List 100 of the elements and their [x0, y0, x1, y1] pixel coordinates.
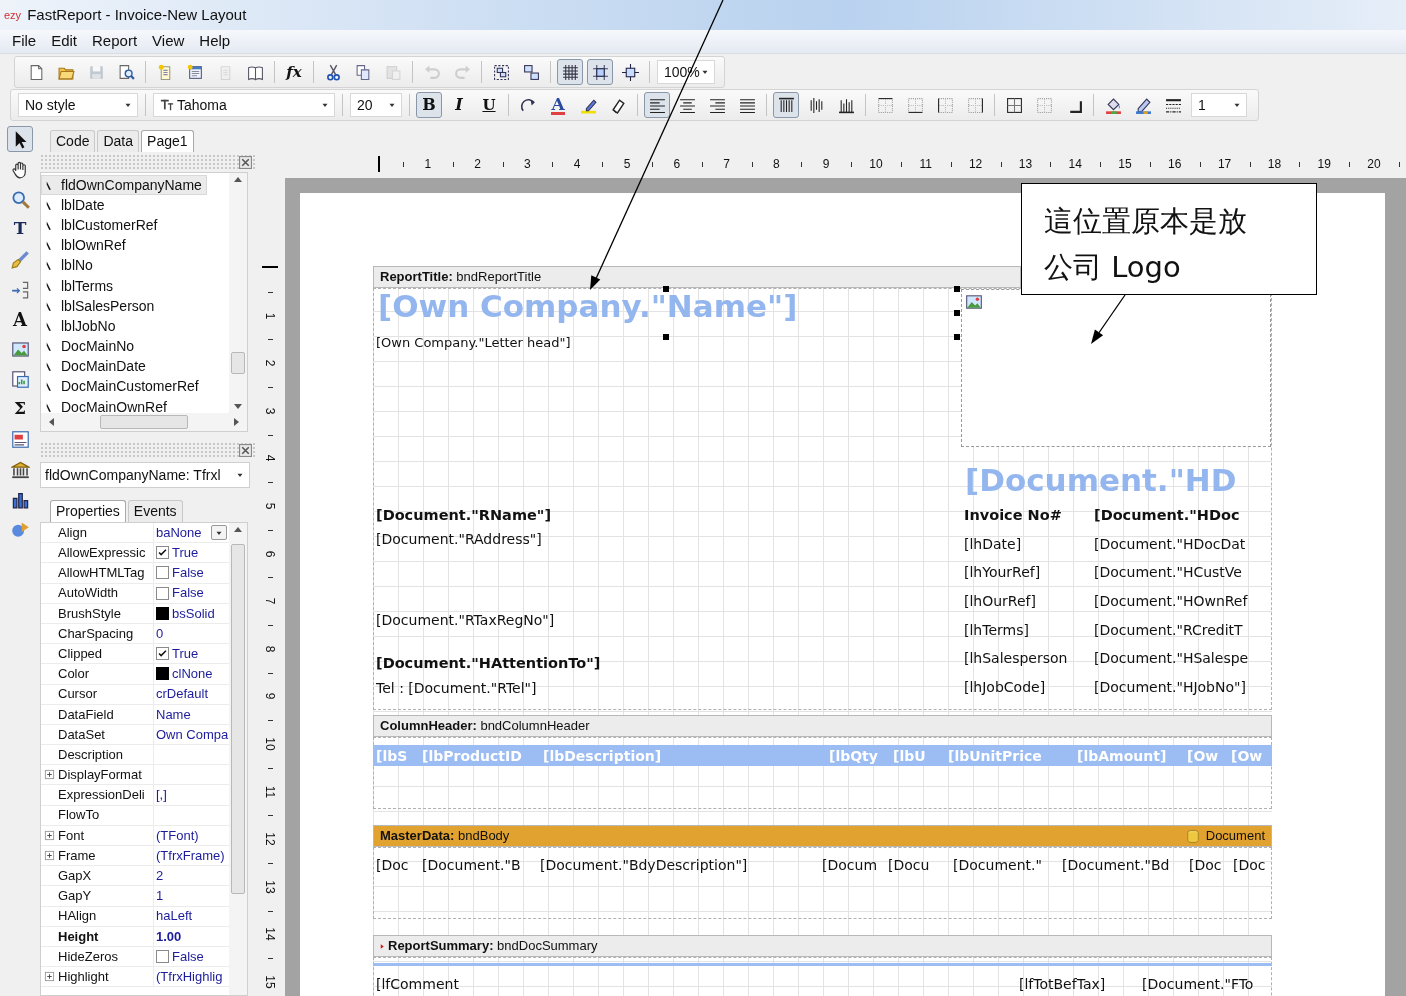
font-color-button[interactable]: A — [545, 92, 571, 118]
expand-icon[interactable] — [44, 971, 55, 983]
bold-button[interactable]: B — [416, 92, 442, 118]
report-field: [lhYourRef] — [964, 565, 1041, 579]
tree-item[interactable]: DocMainNo — [41, 336, 140, 357]
italic-button[interactable]: I — [446, 92, 472, 118]
line-width-dropdown[interactable]: 1 — [1191, 93, 1247, 117]
tree-item[interactable]: lblNo — [41, 255, 98, 276]
band-header[interactable]: MasterData: bndBody Document — [373, 825, 1272, 847]
tab[interactable]: Data — [97, 130, 140, 152]
tool-button[interactable]: A — [7, 306, 33, 332]
show-grid-button[interactable] — [557, 59, 583, 85]
justify-icon — [738, 96, 756, 114]
tab[interactable]: Code — [50, 130, 96, 152]
pencil-icon — [1134, 96, 1152, 114]
band-header[interactable]: ReportTitle: bndReportTitle — [373, 266, 1021, 288]
selection-handle[interactable] — [663, 286, 669, 292]
snap-to-grid-button[interactable] — [587, 59, 613, 85]
report-field: [lfComment — [376, 977, 459, 991]
tree-item[interactable]: lblTerms — [41, 275, 119, 297]
horizontal-scrollbar[interactable] — [41, 413, 247, 431]
align-top-button[interactable] — [773, 92, 799, 118]
property-name: AllowExpressic — [58, 543, 154, 563]
align-left-button[interactable] — [644, 92, 670, 118]
tab[interactable]: Events — [127, 500, 183, 522]
ruler-number: 5 — [623, 156, 631, 172]
property-name: FlowTo — [58, 805, 154, 825]
formula-button[interactable]: fx — [281, 59, 307, 85]
object-dropdown[interactable]: fldOwnCompanyName: Tfrxl — [40, 462, 250, 488]
vertical-scrollbar[interactable] — [229, 523, 247, 995]
ruler-number: 1 — [424, 156, 432, 172]
menu-item[interactable]: Edit — [45, 30, 84, 53]
scroll-thumb[interactable] — [100, 415, 188, 429]
font-dropdown[interactable]: Tahoma — [153, 93, 335, 117]
tree-item[interactable]: lblCustomerRef — [41, 215, 163, 236]
tree-item[interactable]: lblJobNo — [41, 316, 121, 337]
font-icon — [160, 98, 174, 112]
scroll-thumb[interactable] — [231, 544, 245, 894]
property-name: Height — [58, 926, 154, 946]
ruler-number: 12 — [263, 832, 277, 846]
tree-item[interactable]: fldOwnCompanyName — [41, 175, 207, 196]
tab[interactable]: Page1 — [141, 130, 194, 152]
ruler-number: 12 — [968, 156, 983, 172]
band-header[interactable]: ReportSummary: bndDocSummary — [373, 935, 1272, 957]
checkbox[interactable] — [156, 546, 169, 560]
scroll-up-icon[interactable] — [234, 177, 242, 182]
scroll-down-icon[interactable] — [234, 404, 242, 409]
checkbox[interactable] — [156, 566, 169, 580]
close-icon[interactable] — [239, 155, 252, 169]
style-dropdown[interactable]: No style — [18, 93, 138, 117]
ruler-number: 14 — [263, 927, 277, 942]
tree-item[interactable]: DocMainCustomerRef — [41, 376, 204, 398]
menu-item[interactable]: Help — [193, 30, 237, 53]
band-header[interactable]: ColumnHeader: bndColumnHeader — [373, 715, 1272, 737]
ruler-number: 9 — [263, 693, 277, 700]
scroll-right-icon[interactable] — [234, 418, 239, 426]
report-field: [Ow — [1231, 749, 1263, 763]
checkbox[interactable] — [156, 647, 169, 661]
report-field: [Own Company."Letter head"] — [376, 336, 571, 349]
menu-item[interactable]: Report — [86, 30, 144, 53]
selection-handle[interactable] — [954, 286, 960, 292]
scissors-icon — [324, 63, 342, 81]
checkbox[interactable] — [156, 586, 169, 600]
report-field: [Document."HDoc — [1094, 508, 1240, 523]
tree-item[interactable]: lblOwnRef — [41, 235, 131, 256]
expand-icon[interactable] — [44, 850, 55, 862]
ruler-number: 19 — [1317, 156, 1331, 172]
property-value: True — [172, 544, 199, 563]
selection-handle[interactable] — [954, 310, 960, 316]
font-size-dropdown[interactable]: 20 — [350, 93, 402, 117]
property-name: DataField — [58, 704, 154, 724]
band-title: MasterData: bndBody — [380, 827, 510, 846]
property-name: HideZeros — [58, 946, 154, 967]
tree-item[interactable]: lblSalesPerson — [41, 296, 160, 317]
scroll-thumb[interactable] — [231, 352, 245, 374]
menu-item[interactable]: File — [6, 30, 43, 53]
menu-item[interactable]: View — [146, 30, 191, 53]
selection-handle[interactable] — [663, 334, 669, 340]
scroll-left-icon[interactable] — [49, 418, 54, 426]
tab[interactable]: Properties — [50, 500, 126, 522]
property-value: False — [172, 584, 204, 603]
color-swatch — [156, 667, 169, 681]
underline-button[interactable]: U — [476, 92, 502, 118]
vertical-scrollbar[interactable] — [229, 173, 247, 413]
tree-item[interactable]: DocMainDate — [41, 356, 151, 377]
close-icon[interactable] — [239, 443, 252, 457]
tool-button[interactable]: Σ — [7, 396, 33, 422]
scroll-up-icon[interactable] — [234, 527, 242, 532]
checkbox[interactable] — [156, 950, 169, 964]
expand-icon[interactable] — [44, 829, 55, 841]
tool-button[interactable]: T — [7, 216, 33, 242]
expand-icon[interactable] — [44, 769, 55, 781]
all-borders-icon — [1005, 96, 1023, 114]
line-style-icon — [1164, 96, 1182, 114]
left-border-icon — [936, 96, 954, 114]
selection-handle[interactable] — [954, 334, 960, 340]
tree-item[interactable]: lblDate — [41, 195, 110, 216]
dropdown-button[interactable] — [210, 525, 227, 541]
tool-button[interactable] — [7, 126, 33, 152]
tree-item[interactable]: DocMainOwnRef — [41, 397, 172, 413]
